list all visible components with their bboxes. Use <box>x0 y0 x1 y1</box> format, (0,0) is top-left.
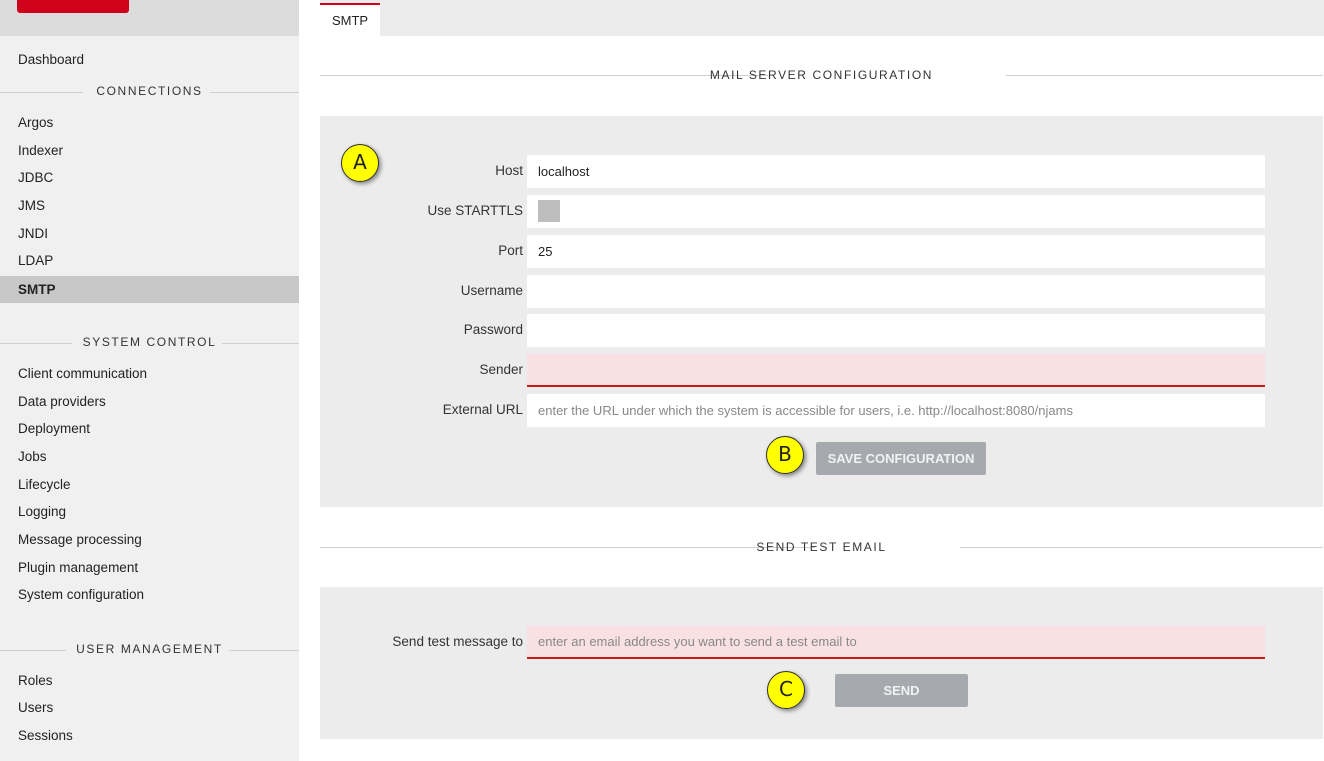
section-header-connections: CONNECTIONS <box>0 82 299 102</box>
logo-area <box>0 0 299 36</box>
external-url-label: External URL <box>442 402 523 417</box>
section-label: SYSTEM CONTROL <box>82 335 217 349</box>
port-input[interactable] <box>527 235 1265 268</box>
nav-item-message-processing[interactable]: Message processing <box>0 526 299 553</box>
nav-item-argos[interactable]: Argos <box>0 109 299 136</box>
nav-item-users[interactable]: Users <box>0 694 299 721</box>
nav-item-indexer[interactable]: Indexer <box>0 137 299 164</box>
send-to-input[interactable] <box>527 626 1265 659</box>
nav-item-jndi[interactable]: JNDI <box>0 220 299 247</box>
nav-item-deployment[interactable]: Deployment <box>0 415 299 442</box>
starttls-checkbox[interactable] <box>538 200 560 222</box>
sender-label: Sender <box>479 362 523 377</box>
section-divider-test-email: SEND TEST EMAIL <box>320 538 1323 558</box>
section-label: USER MANAGEMENT <box>76 642 223 656</box>
brand-logo[interactable] <box>17 0 129 13</box>
nav-item-plugin-management[interactable]: Plugin management <box>0 554 299 581</box>
section-title: MAIL SERVER CONFIGURATION <box>709 68 934 82</box>
external-url-input[interactable] <box>527 394 1265 427</box>
annotation-marker-b: B <box>766 436 804 474</box>
nav-item-ldap[interactable]: LDAP <box>0 247 299 274</box>
password-label: Password <box>463 322 523 337</box>
tab-strip <box>320 0 1324 36</box>
nav-item-jdbc[interactable]: JDBC <box>0 164 299 191</box>
nav-item-system-configuration[interactable]: System configuration <box>0 581 299 608</box>
port-label: Port <box>498 243 523 258</box>
nav-item-jobs[interactable]: Jobs <box>0 443 299 470</box>
save-configuration-button[interactable]: SAVE CONFIGURATION <box>816 442 986 475</box>
section-title: SEND TEST EMAIL <box>756 540 887 554</box>
test-email-panel <box>320 587 1323 739</box>
section-divider-mail-server: MAIL SERVER CONFIGURATION <box>320 66 1323 86</box>
sidebar: Dashboard CONNECTIONS Argos Indexer JDBC… <box>0 0 299 761</box>
nav-item-data-providers[interactable]: Data providers <box>0 388 299 415</box>
nav-item-lifecycle[interactable]: Lifecycle <box>0 471 299 498</box>
nav-item-smtp[interactable]: SMTP <box>0 276 299 303</box>
section-header-user-management: USER MANAGEMENT <box>0 640 299 660</box>
nav-item-client-communication[interactable]: Client communication <box>0 360 299 387</box>
nav-item-dashboard[interactable]: Dashboard <box>0 46 299 73</box>
nav-item-logging[interactable]: Logging <box>0 498 299 525</box>
password-input[interactable] <box>527 314 1265 347</box>
send-button[interactable]: SEND <box>835 674 968 707</box>
host-input[interactable] <box>527 155 1265 188</box>
annotation-marker-c: C <box>767 671 805 709</box>
section-label: CONNECTIONS <box>96 84 203 98</box>
username-label: Username <box>460 283 523 298</box>
nav-item-sessions[interactable]: Sessions <box>0 722 299 749</box>
nav-item-roles[interactable]: Roles <box>0 667 299 694</box>
starttls-row <box>527 195 1265 228</box>
tab-smtp[interactable]: SMTP <box>320 3 380 36</box>
section-header-system-control: SYSTEM CONTROL <box>0 333 299 353</box>
annotation-marker-a: A <box>341 144 379 182</box>
nav-item-jms[interactable]: JMS <box>0 192 299 219</box>
username-input[interactable] <box>527 275 1265 308</box>
sender-input[interactable] <box>527 354 1265 387</box>
send-to-label: Send test message to <box>392 634 523 649</box>
starttls-label: Use STARTTLS <box>427 203 523 218</box>
